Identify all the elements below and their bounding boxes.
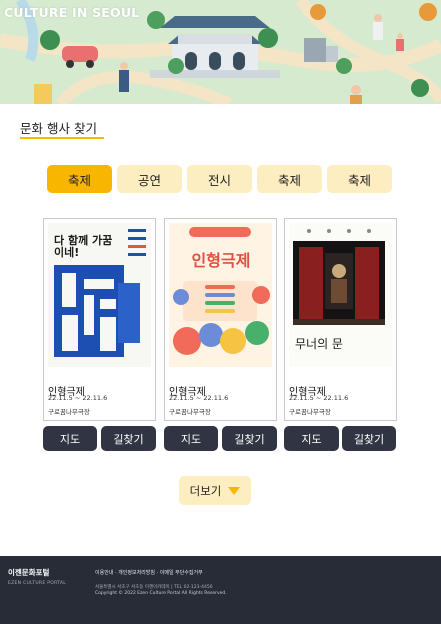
footer-links[interactable]: 이용안내 · 개인정보처리방침 · 이메일 무단수집거부: [95, 569, 203, 576]
map-button[interactable]: 지도: [43, 426, 97, 451]
tab-festival-3[interactable]: 축제: [327, 165, 392, 193]
event-date: 22.11.5 ~ 22.11.6: [169, 394, 229, 402]
event-poster[interactable]: 다 함께 가꿈이네!: [48, 223, 151, 367]
event-poster[interactable]: 인형극제: [169, 223, 272, 367]
footer-address: 서울특별시 서초구 서초동 이젠아카데미 | TEL 02-123-4456: [95, 585, 213, 590]
event-poster[interactable]: 무너의 문: [289, 223, 392, 367]
tab-festival-2[interactable]: 축제: [257, 165, 322, 193]
footer-logo-subtitle: EZEN CULTURE PORTAL: [8, 581, 67, 586]
banner-title: CULTURE IN SEOUL: [4, 5, 140, 20]
footer-logo[interactable]: 이젠문화포털: [8, 567, 49, 578]
event-card[interactable]: 무너의 문 인형극제 22.11.5 ~ 22.11.6 구로꿈나무극장: [284, 218, 397, 421]
event-venue: 구로꿈나무극장: [48, 408, 90, 416]
map-button[interactable]: 지도: [164, 426, 218, 451]
tab-festival[interactable]: 축제: [47, 165, 112, 193]
poster-title: 인형극제: [191, 251, 251, 270]
event-date: 22.11.5 ~ 22.11.6: [289, 394, 349, 402]
directions-button[interactable]: 길찾기: [222, 426, 277, 451]
poster-title: 다 함께 가꿈이네!: [54, 234, 113, 259]
footer-copyright: Copyright © 2022 Ezen Culture Portal All…: [95, 591, 227, 596]
triangle-down-icon: [228, 486, 241, 495]
site-footer: 이젠문화포털 EZEN CULTURE PORTAL 이용안내 · 개인정보처리…: [0, 556, 441, 624]
more-button[interactable]: 더보기: [179, 476, 251, 505]
event-card[interactable]: 다 함께 가꿈이네! 인형극제 22.11.5 ~ 22.11.6 구로꿈나무극…: [43, 218, 156, 421]
poster-title: 무너의 문: [295, 337, 343, 351]
more-label: 더보기: [189, 483, 222, 498]
category-tabs: 축제 공연 전시 축제 축제: [47, 165, 393, 193]
event-venue: 구로꿈나무극장: [169, 408, 211, 416]
event-date: 22.11.5 ~ 22.11.6: [48, 394, 108, 402]
directions-button[interactable]: 길찾기: [101, 426, 156, 451]
tab-exhibition[interactable]: 전시: [187, 165, 252, 193]
event-card[interactable]: 인형극제 인형극제 22.11.5 ~ 22.11.6 구로꿈나무극장: [164, 218, 277, 421]
directions-button[interactable]: 길찾기: [342, 426, 396, 451]
tab-performance[interactable]: 공연: [117, 165, 182, 193]
event-venue: 구로꿈나무극장: [289, 408, 331, 416]
section-title: 문화 행사 찾기: [20, 121, 97, 136]
section-title-underline: [20, 137, 104, 139]
hero-banner: CULTURE IN SEOUL: [0, 0, 441, 104]
poster-image: [169, 223, 272, 367]
map-button[interactable]: 지도: [284, 426, 339, 451]
